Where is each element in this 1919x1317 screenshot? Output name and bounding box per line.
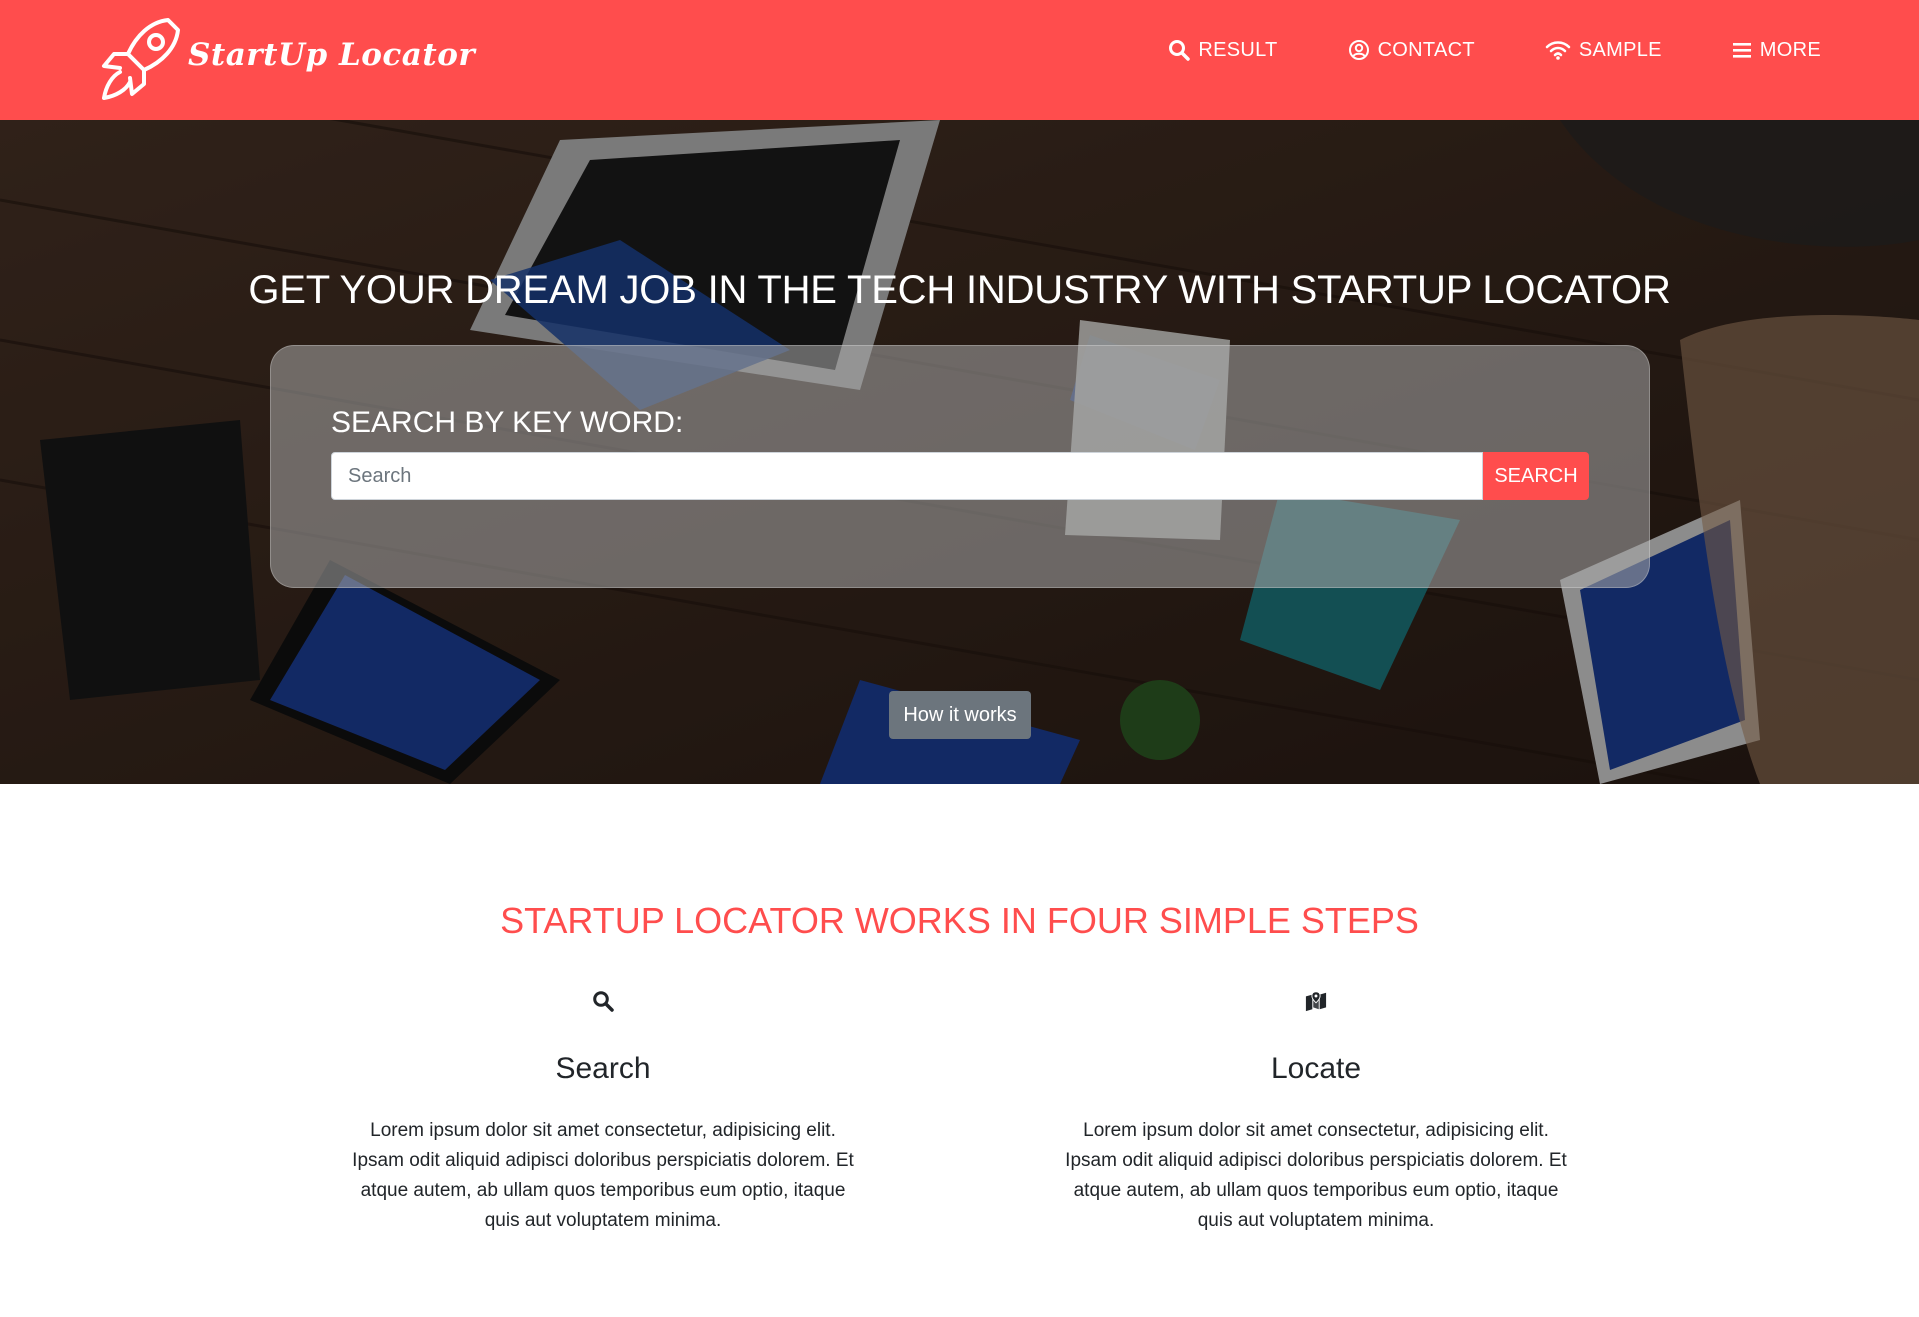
hero-section: GET YOUR DREAM JOB IN THE TECH INDUSTRY … <box>0 120 1919 784</box>
steps-title: STARTUP LOCATOR WORKS IN FOUR SIMPLE STE… <box>500 900 1419 941</box>
nav-result[interactable]: RESULT <box>1168 30 1277 70</box>
brand-link[interactable]: StartUp Locator <box>98 14 475 104</box>
search-input[interactable] <box>331 452 1483 500</box>
wifi-icon <box>1545 41 1571 60</box>
step-search-name: Search <box>555 1052 651 1085</box>
main-nav: RESULT CONTACT SAMPLE MORE <box>1098 30 1821 70</box>
nav-result-label: RESULT <box>1198 38 1278 61</box>
how-it-works-button[interactable]: How it works <box>889 691 1031 739</box>
step-locate-name: Locate <box>1270 1052 1362 1085</box>
search-button[interactable]: SEARCH <box>1483 452 1589 500</box>
user-circle-icon <box>1348 40 1369 60</box>
brand-name: StartUp Locator <box>188 37 476 73</box>
nav-more-label: MORE <box>1759 38 1821 61</box>
hero-title: GET YOUR DREAM JOB IN THE TECH INDUSTRY … <box>248 268 1671 312</box>
nav-more[interactable]: MORE <box>1732 30 1821 70</box>
map-marker-icon <box>1305 991 1327 1012</box>
step-search-text: Lorem ipsum dolor sit amet consectetur, … <box>352 1120 854 1231</box>
nav-sample[interactable]: SAMPLE <box>1545 30 1662 70</box>
step-locate: Locate Lorem ipsum dolor sit amet consec… <box>1056 990 1576 1236</box>
menu-icon <box>1732 43 1751 58</box>
search-icon <box>1169 40 1191 61</box>
search-icon <box>593 991 614 1012</box>
nav-contact-label: CONTACT <box>1377 38 1475 61</box>
top-navbar: StartUp Locator RESULT CONTACT SAMPLE MO… <box>0 0 1919 120</box>
nav-sample-label: SAMPLE <box>1578 38 1662 61</box>
rocket-logo-icon <box>102 18 180 100</box>
search-panel: SEARCH BY KEY WORD: SEARCH <box>270 345 1650 588</box>
step-locate-text: Lorem ipsum dolor sit amet consectetur, … <box>1065 1120 1567 1231</box>
step-search: Search Lorem ipsum dolor sit amet consec… <box>343 990 863 1236</box>
nav-contact[interactable]: CONTACT <box>1348 30 1475 70</box>
search-label: SEARCH BY KEY WORD: <box>331 406 684 439</box>
